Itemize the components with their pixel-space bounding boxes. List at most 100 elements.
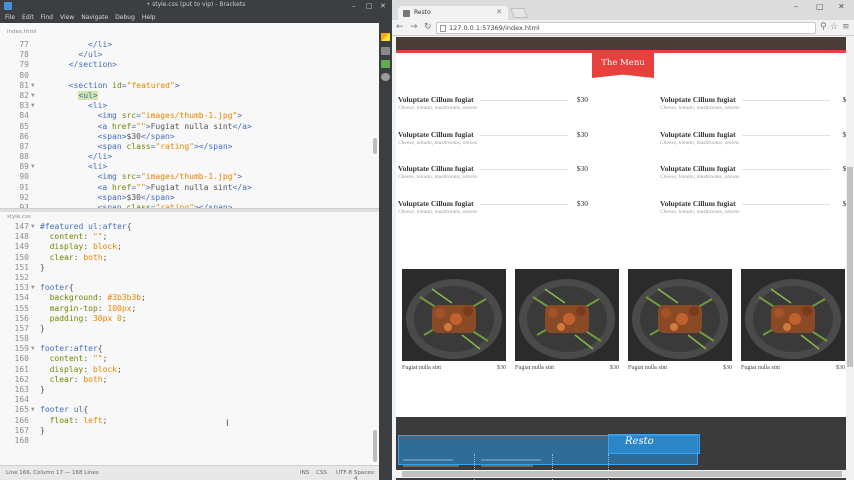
fold-arrow-icon[interactable]: ▼	[31, 222, 37, 232]
line-number[interactable]: 168	[0, 436, 29, 446]
code-line[interactable]: 153 ▼ footer{	[0, 283, 379, 293]
git-icon[interactable]	[381, 73, 390, 81]
fold-arrow-icon[interactable]: ▼	[31, 344, 37, 354]
code-line[interactable]: 155 margin-top: 100px;	[0, 304, 379, 314]
language-selector[interactable]: CSS	[316, 470, 327, 476]
code-text[interactable]: <img src="images/thumb-1.jpg">	[98, 172, 243, 182]
line-number[interactable]: 151	[0, 263, 29, 273]
maximize-icon[interactable]: □	[366, 1, 373, 11]
line-number[interactable]: 147	[0, 222, 29, 232]
code-line[interactable]: 164	[0, 395, 379, 405]
fold-arrow-icon[interactable]: ▼	[31, 101, 37, 111]
menu-edit[interactable]: Edit	[22, 12, 34, 23]
code-text[interactable]: }	[40, 324, 45, 334]
pane-splitter[interactable]	[0, 208, 379, 212]
close-icon[interactable]: ✕	[380, 1, 386, 11]
line-number[interactable]: 148	[0, 232, 29, 242]
line-number[interactable]: 160	[0, 354, 29, 364]
line-number[interactable]: 163	[0, 385, 29, 395]
line-number[interactable]: 152	[0, 273, 29, 283]
css-pane-file-label[interactable]: style.css	[0, 212, 31, 222]
code-text[interactable]: content: "";	[50, 354, 108, 364]
code-text[interactable]: content: "";	[50, 232, 108, 242]
forward-icon[interactable]: →	[410, 22, 418, 32]
featured-item-name[interactable]: Fugiat nulla sint	[628, 365, 667, 371]
code-text[interactable]: </li>	[88, 40, 112, 50]
code-line[interactable]: 148 content: "";	[0, 232, 379, 242]
line-number[interactable]: 85	[0, 122, 29, 132]
code-text[interactable]: <ul>	[78, 90, 98, 101]
code-line[interactable]: 165 ▼ footer ul{	[0, 405, 379, 415]
line-number[interactable]: 83	[0, 101, 29, 111]
code-text[interactable]: clear: both;	[50, 253, 108, 263]
code-text[interactable]: clear: both;	[50, 375, 108, 385]
line-number[interactable]: 84	[0, 111, 29, 121]
line-number[interactable]: 162	[0, 375, 29, 385]
code-line[interactable]: 88 </li>	[0, 152, 379, 162]
code-line[interactable]: 85 <a href="">Fugiat nulla sint</a>	[0, 122, 379, 132]
code-text[interactable]: }	[40, 263, 45, 273]
line-number[interactable]: 92	[0, 193, 29, 203]
code-text[interactable]: }	[40, 385, 45, 395]
code-line[interactable]: 167}	[0, 426, 379, 436]
code-line[interactable]: 92 <span>$30</span>	[0, 193, 379, 203]
code-line[interactable]: 78 </ul>	[0, 50, 379, 60]
code-line[interactable]: 82 ▼ <ul>	[0, 90, 379, 101]
footer-logo[interactable]: Resto	[608, 434, 700, 454]
code-text[interactable]: display: block;	[50, 365, 122, 375]
code-text[interactable]: <span>$30</span>	[98, 132, 175, 142]
menu-find[interactable]: Find	[41, 12, 53, 23]
line-number[interactable]: 154	[0, 293, 29, 303]
code-text[interactable]: </li>	[88, 152, 112, 162]
line-number[interactable]: 153	[0, 283, 29, 293]
code-line[interactable]: 79 </section>	[0, 60, 379, 70]
line-number[interactable]: 78	[0, 50, 29, 60]
fold-arrow-icon[interactable]: ▼	[31, 81, 37, 91]
line-number[interactable]: 165	[0, 405, 29, 415]
extension-icon[interactable]	[381, 60, 390, 68]
code-line[interactable]: 159 ▼ footer:after{	[0, 344, 379, 354]
fold-arrow-icon[interactable]: ▼	[31, 283, 37, 293]
featured-item-name[interactable]: Fugiat nulla sint	[402, 365, 441, 371]
code-text[interactable]: </ul>	[78, 50, 102, 60]
featured-item-name[interactable]: Fugiat nulla sint	[741, 365, 780, 371]
code-text[interactable]: float: left;	[50, 416, 108, 426]
line-number[interactable]: 166	[0, 416, 29, 426]
code-line[interactable]: 89 ▼ <li>	[0, 162, 379, 172]
code-line[interactable]: 156 padding: 30px 0;	[0, 314, 379, 324]
address-bar[interactable]: 127.0.0.1:57369/index.html	[436, 22, 816, 34]
fold-arrow-icon[interactable]: ▼	[31, 91, 37, 101]
menu-file[interactable]: File	[5, 12, 15, 23]
fold-arrow-icon[interactable]: ▼	[31, 162, 37, 172]
code-line[interactable]: 154 background: #3b3b3b;	[0, 293, 379, 303]
css-pane-scrollbar[interactable]	[373, 430, 377, 462]
code-line[interactable]: 83 ▼ <li>	[0, 101, 379, 111]
line-number[interactable]: 88	[0, 152, 29, 162]
code-text[interactable]: <section id="featured">	[69, 81, 180, 91]
code-text[interactable]: <a href="">Fugiat nulla sint</a>	[98, 122, 252, 132]
page-vertical-scrollbar[interactable]	[846, 37, 854, 480]
code-line[interactable]: 168	[0, 436, 379, 446]
fold-arrow-icon[interactable]: ▼	[31, 405, 37, 415]
code-line[interactable]: 161 display: block;	[0, 365, 379, 375]
code-text[interactable]: <a href="">Fugiat nulla sint</a>	[98, 183, 252, 193]
html-pane-scrollbar[interactable]	[373, 138, 377, 154]
code-line[interactable]: 149 display: block;	[0, 242, 379, 252]
browser-close-icon[interactable]: ✕	[838, 2, 845, 11]
line-number[interactable]: 150	[0, 253, 29, 263]
code-line[interactable]: 147 ▼ #featured ul:after{	[0, 222, 379, 232]
line-number[interactable]: 149	[0, 242, 29, 252]
code-text[interactable]: <li>	[88, 101, 107, 111]
code-line[interactable]: 86 <span>$30</span>	[0, 132, 379, 142]
css-code-pane[interactable]: 147 ▼ #featured ul:after{148 content: ""; 14…	[0, 222, 379, 462]
code-line[interactable]: 90 <img src="images/thumb-1.jpg">	[0, 172, 379, 182]
browser-maximize-icon[interactable]: □	[816, 2, 824, 11]
chrome-menu-icon[interactable]: ≡	[842, 22, 850, 32]
minimize-icon[interactable]: –	[352, 1, 356, 11]
page-horizontal-scrollbar[interactable]	[396, 470, 846, 478]
line-number[interactable]: 155	[0, 304, 29, 314]
featured-item-name[interactable]: Fugiat nulla sint	[515, 365, 554, 371]
line-number[interactable]: 87	[0, 142, 29, 152]
code-text[interactable]: margin-top: 100px;	[50, 304, 137, 314]
code-line[interactable]: 163}	[0, 385, 379, 395]
